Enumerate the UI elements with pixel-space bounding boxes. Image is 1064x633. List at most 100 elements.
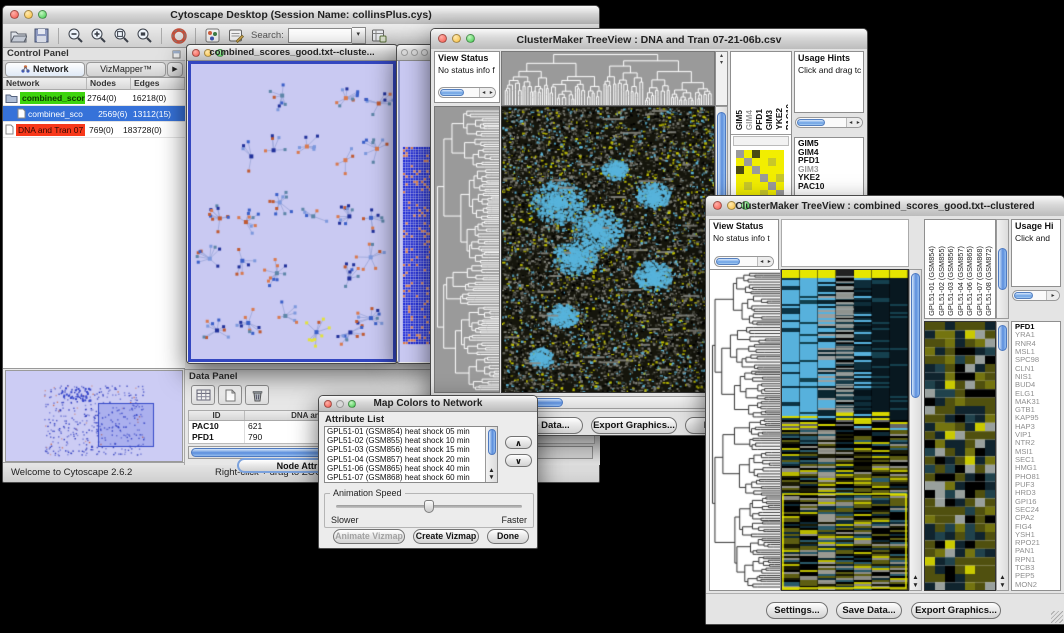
network-view-titlebar[interactable]: combined_scores_good.txt--cluste... bbox=[187, 45, 397, 61]
attribute-list-item[interactable]: GPL51-06 (GSM865) heat shock 40 min bbox=[325, 464, 497, 473]
attribute-list-item[interactable]: GPL51-07 (GSM868) heat shock 60 min bbox=[325, 473, 497, 482]
network-canvas[interactable] bbox=[191, 64, 393, 359]
zoom-fit-icon[interactable] bbox=[135, 27, 154, 45]
settings-button[interactable]: Settings... bbox=[766, 602, 828, 619]
column-header-network[interactable]: Network bbox=[3, 78, 87, 89]
scrollbar-thumb[interactable] bbox=[998, 248, 1007, 290]
heatmap-zoom[interactable] bbox=[924, 321, 996, 591]
zoom-out-icon[interactable] bbox=[66, 27, 85, 45]
move-down-button[interactable]: ∨ bbox=[505, 454, 532, 467]
row-dendrogram[interactable] bbox=[434, 106, 500, 393]
delete-attribute-icon[interactable] bbox=[245, 385, 269, 405]
help-icon[interactable] bbox=[169, 27, 188, 45]
usage-hints-scrollbar[interactable]: ◂▸ bbox=[795, 117, 863, 128]
column-label: PFD1 bbox=[754, 109, 764, 130]
attribute-list-item[interactable]: GPL51-01 (GSM854) heat shock 05 min bbox=[325, 427, 497, 436]
treeview-combined-titlebar[interactable]: ClusterMaker TreeView : combined_scores_… bbox=[706, 196, 1064, 217]
dendrogram-mini-scroll[interactable]: ▴▾ bbox=[715, 51, 728, 106]
tab-network[interactable]: Network bbox=[5, 62, 85, 77]
done-button[interactable]: Done bbox=[487, 529, 529, 544]
resize-grip[interactable] bbox=[1051, 611, 1063, 623]
matrix-cell bbox=[760, 166, 768, 174]
network-table-header: Network Nodes Edges bbox=[3, 78, 185, 90]
open-session-icon[interactable] bbox=[9, 27, 28, 45]
column-label: GPL51-04 (GSM857) bbox=[956, 246, 965, 316]
zoom-vscrollbar[interactable]: ▲▼ bbox=[996, 321, 1009, 591]
view-status-text: No status info f bbox=[435, 64, 499, 76]
animate-vizmap-button[interactable]: Animate Vizmap bbox=[333, 529, 405, 544]
attribute-select-icon[interactable] bbox=[191, 385, 215, 405]
attribute-list-vscrollbar[interactable]: ▲▼ bbox=[485, 427, 497, 482]
view-status-scrollbar[interactable]: ◂▸ bbox=[714, 256, 774, 267]
network-row[interactable]: combined_scores 2764(0) 16218(0) bbox=[3, 90, 185, 106]
treeview-dna-titlebar[interactable]: ClusterMaker TreeView : DNA and Tran 07-… bbox=[431, 29, 867, 50]
matrix-cell bbox=[776, 158, 784, 166]
export-graphics-button[interactable]: Export Graphics... bbox=[911, 602, 1001, 619]
heatmap-main[interactable] bbox=[501, 106, 715, 393]
usage-hints-text: Click and drag tc bbox=[795, 64, 863, 76]
labels-vscrollbar[interactable] bbox=[996, 219, 1009, 319]
float-panel-icon[interactable] bbox=[172, 50, 181, 59]
network-row-selected[interactable]: combined_sco 2569(6) 13112(15) bbox=[3, 106, 185, 122]
scrollbar-thumb[interactable] bbox=[440, 89, 464, 96]
export-graphics-button[interactable]: Export Graphics... bbox=[591, 417, 677, 434]
main-titlebar[interactable]: Cytoscape Desktop (Session Name: collins… bbox=[3, 6, 599, 25]
new-attribute-icon[interactable] bbox=[218, 385, 242, 405]
create-vizmap-button[interactable]: Create Vizmap bbox=[413, 529, 479, 544]
column-dendrogram[interactable] bbox=[501, 51, 715, 106]
heatmap-vscrollbar[interactable]: ▲▼ bbox=[909, 269, 922, 591]
slider-thumb[interactable] bbox=[424, 500, 434, 513]
tab-overflow-button[interactable]: ▶ bbox=[167, 62, 183, 77]
matrix-cell bbox=[736, 150, 744, 158]
desktop: Cytoscape Desktop (Session Name: collins… bbox=[0, 0, 1064, 633]
attribute-list-item[interactable]: GPL51-04 (GSM857) heat shock 20 min bbox=[325, 455, 497, 464]
tab-vizmapper[interactable]: VizMapper™ bbox=[86, 62, 166, 77]
network-tree-area[interactable] bbox=[3, 138, 185, 369]
background-network-canvas[interactable] bbox=[400, 61, 433, 356]
column-header-nodes[interactable]: Nodes bbox=[87, 78, 131, 89]
scrollbar-thumb[interactable] bbox=[797, 119, 825, 126]
scrollbar-thumb[interactable] bbox=[488, 429, 496, 455]
attribute-listbox[interactable]: GPL51-01 (GSM854) heat shock 05 minGPL51… bbox=[324, 426, 498, 483]
gene-list[interactable]: PFD1YRA1RNR4MSL1SPC98CLN1NIS1BUD4ELG1MAK… bbox=[1012, 322, 1060, 590]
selected-column-labels: GIM5GIM4PFD1GIM3YKE2PAC10 bbox=[734, 54, 788, 130]
search-dropdown-icon[interactable]: ▾ bbox=[352, 27, 366, 44]
gene-list-item[interactable]: PAC10 bbox=[798, 182, 863, 191]
background-network-titlebar[interactable] bbox=[397, 45, 434, 61]
attribute-list-item[interactable]: GPL51-02 (GSM855) heat shock 10 min bbox=[325, 436, 497, 445]
usage-hints-scrollbar[interactable]: ▸ bbox=[1012, 290, 1060, 301]
heatmap-main[interactable] bbox=[781, 269, 909, 591]
annotation-icon[interactable] bbox=[226, 27, 245, 45]
zoom-button[interactable] bbox=[421, 49, 428, 56]
dialog-titlebar[interactable]: Map Colors to Network bbox=[319, 396, 537, 412]
detail-mini-scrollbar[interactable] bbox=[733, 136, 789, 146]
matrix-cell bbox=[768, 174, 776, 182]
minimize-button[interactable] bbox=[411, 49, 418, 56]
matrix-cell bbox=[760, 150, 768, 158]
matrix-cell bbox=[744, 150, 752, 158]
scrollbar-thumb[interactable] bbox=[716, 258, 740, 265]
search-input[interactable] bbox=[288, 28, 352, 43]
scrollbar-thumb[interactable] bbox=[1014, 292, 1033, 299]
scrollbar-thumb[interactable] bbox=[998, 325, 1007, 351]
scrollbar-thumb[interactable] bbox=[911, 273, 920, 398]
zoom-selected-icon[interactable] bbox=[112, 27, 131, 45]
view-status-scrollbar[interactable]: ◂▸ bbox=[438, 87, 496, 98]
column-dendrogram-empty[interactable] bbox=[781, 219, 909, 267]
column-header-edges[interactable]: Edges bbox=[131, 78, 185, 89]
selection-heatmap-matrix[interactable] bbox=[736, 150, 784, 198]
network-row[interactable]: DNA and Tran 07 769(0) 183728(0) bbox=[3, 122, 185, 138]
row-dendrogram[interactable] bbox=[709, 269, 781, 591]
save-session-icon[interactable] bbox=[32, 27, 51, 45]
zoom-in-icon[interactable] bbox=[89, 27, 108, 45]
save-data-button[interactable]: Save Data... bbox=[836, 602, 902, 619]
matrix-cell bbox=[768, 158, 776, 166]
gene-list-item[interactable]: MON2 bbox=[1015, 581, 1060, 589]
column-header-id[interactable]: ID bbox=[189, 411, 245, 420]
attribute-list-item[interactable]: GPL51-03 (GSM856) heat shock 15 min bbox=[325, 445, 497, 454]
birds-eye-view[interactable] bbox=[5, 370, 183, 462]
move-up-button[interactable]: ∧ bbox=[505, 436, 532, 449]
import-attributes-icon[interactable] bbox=[370, 27, 389, 45]
plugins-icon[interactable] bbox=[203, 27, 222, 45]
close-button[interactable] bbox=[401, 49, 408, 56]
